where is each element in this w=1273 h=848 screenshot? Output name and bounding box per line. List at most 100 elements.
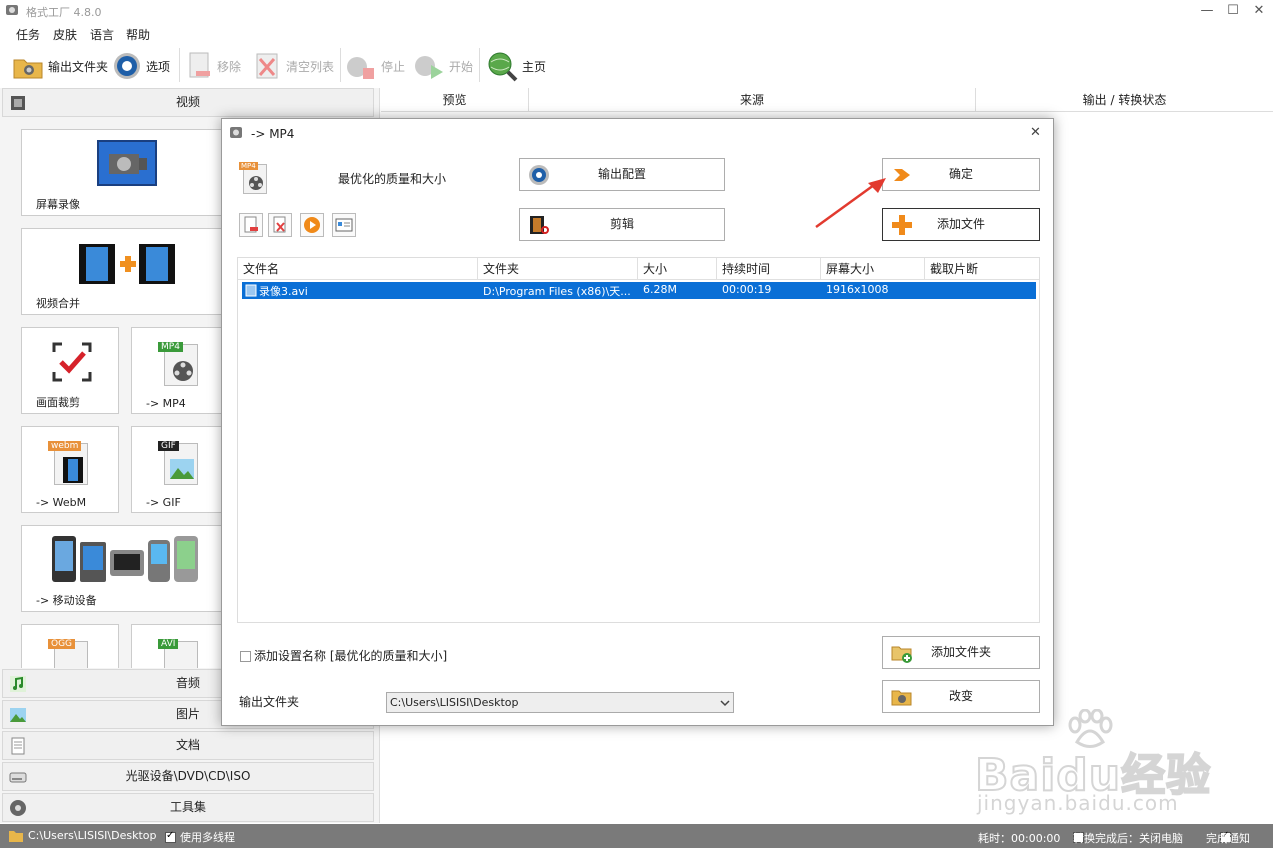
file-folder: D:\Program Files (x86)\天... [483,285,631,298]
ok-button[interactable]: 确定 [882,158,1040,191]
output-config-button[interactable]: 输出配置 [519,158,725,191]
screen-record-icon [97,140,157,186]
home-label: 主页 [522,59,547,74]
tile-to-avi[interactable]: AVI [131,624,226,668]
output-folder-select[interactable]: C:\Users\LISISI\Desktop [386,692,734,713]
toolbar-divider [340,48,341,82]
category-optical[interactable]: 光驱设备\DVD\CD\ISO [2,762,374,791]
window-title: 格式工厂 4.8.0 [26,6,102,19]
column-clip[interactable]: 截取片断 [925,258,1039,280]
baidu-watermark: Baidu经验 jingyan.baidu.com [974,709,1235,825]
options-label: 选项 [146,59,171,74]
category-tools-label: 工具集 [169,800,206,814]
change-folder-button[interactable]: 改变 [882,680,1040,713]
menu-language[interactable]: 语言 [90,26,114,43]
play-button[interactable] [300,213,324,237]
mp4-format-icon: MP4 [239,161,269,195]
tile-mobile[interactable]: -> 移动设备 [21,525,226,612]
clear-files-button[interactable] [268,213,292,237]
notify-label: 完成通知 [1206,832,1250,845]
picture-icon [10,708,26,722]
preset-label: 最优化的质量和大小 [338,172,447,186]
ok-label: 确定 [948,167,973,181]
menu-help[interactable]: 帮助 [126,26,150,43]
add-setting-name-checkbox[interactable] [240,651,251,662]
mobile-devices-icon [52,536,198,582]
gear-icon [529,165,549,185]
column-duration[interactable]: 持续时间 [717,258,821,280]
category-video-label: 视频 [175,95,200,109]
start-button[interactable]: 开始 [413,50,473,82]
tile-label: -> GIF [146,496,181,509]
menu-task[interactable]: 任务 [16,26,40,43]
toolbar-divider [179,48,180,82]
avi-badge: AVI [158,639,179,649]
annotation-arrow [815,178,886,229]
column-folder[interactable]: 文件夹 [478,258,638,280]
menu-bar: 任务 皮肤 语言 帮助 [0,22,1273,44]
toolbar-divider [479,48,480,82]
column-filename[interactable]: 文件名 [238,258,478,280]
output-folder-value: C:\Users\LISISI\Desktop [390,696,519,709]
film-scissors-icon [530,216,549,234]
tile-to-mp4[interactable]: MP4 -> MP4 [131,327,226,414]
drive-icon [9,772,27,783]
clip-button[interactable]: 剪辑 [519,208,725,241]
maximize-button[interactable]: ☐ [1222,2,1244,20]
tile-to-gif[interactable]: GIF -> GIF [131,426,226,513]
table-row[interactable]: 录像3.avi D:\Program Files (x86)\天... 6.28… [242,282,1036,299]
tile-crop[interactable]: 画面裁剪 [21,327,119,414]
tile-label: -> WebM [36,496,87,509]
multithread-checkbox[interactable] [165,830,176,843]
tile-label: -> 移动设备 [36,594,97,607]
info-button[interactable] [332,213,356,237]
menu-skin[interactable]: 皮肤 [53,26,77,43]
column-output-status[interactable]: 输出 / 转换状态 [976,88,1273,112]
file-duration: 00:00:19 [722,283,772,296]
column-preview[interactable]: 预览 [381,88,529,112]
output-config-label: 输出配置 [597,167,646,181]
folder-camera-icon [891,690,912,706]
avi-file-icon: AVI [158,637,200,668]
tile-to-webm[interactable]: webm -> WebM [21,426,119,513]
add-file-label: 添加文件 [936,217,985,231]
file-size: 6.28M [643,283,677,296]
app-icon [230,127,242,138]
stop-icon [347,57,374,79]
minimize-button[interactable]: — [1196,2,1218,20]
column-source[interactable]: 来源 [529,88,976,112]
stop-button[interactable]: 停止 [345,50,405,82]
add-folder-button[interactable]: 添加文件夹 [882,636,1040,669]
globe-magnifier-icon [488,52,518,82]
remove-doc-icon [244,216,258,233]
category-tools[interactable]: 工具集 [2,793,374,822]
add-file-button[interactable]: 添加文件 [882,208,1040,241]
tile-to-ogg[interactable]: OGG [21,624,119,668]
options-button[interactable]: 选项 [112,50,170,82]
tools-icon [10,800,26,816]
remove-doc-icon [189,52,210,78]
category-document[interactable]: 文档 [2,731,374,760]
tile-label: 屏幕录像 [36,198,80,211]
close-window-button[interactable]: ✕ [1248,2,1270,20]
remove-button[interactable]: 移除 [187,50,241,82]
tile-video-merge[interactable]: 视频合并 [21,228,226,315]
gif-file-icon: GIF [158,439,200,485]
column-screen-size[interactable]: 屏幕大小 [821,258,925,280]
column-size[interactable]: 大小 [638,258,717,280]
video-file-icon [245,284,257,297]
tile-screen-record[interactable]: 屏幕录像 [21,129,226,216]
category-video[interactable]: 视频 [2,88,374,117]
category-audio-label: 音频 [175,676,200,690]
clear-list-icon [256,53,278,79]
clear-list-button[interactable]: 清空列表 [254,50,334,82]
webm-file-icon: webm [48,439,90,485]
start-icon [415,56,443,79]
category-document-label: 文档 [175,738,200,752]
dialog-close-button[interactable]: ✕ [1030,125,1041,140]
home-button[interactable]: 主页 [486,50,546,82]
change-folder-label: 改变 [948,689,973,703]
remove-file-button[interactable] [239,213,263,237]
output-folder-button[interactable]: 输出文件夹 [12,50,108,82]
gear-icon [114,53,140,79]
